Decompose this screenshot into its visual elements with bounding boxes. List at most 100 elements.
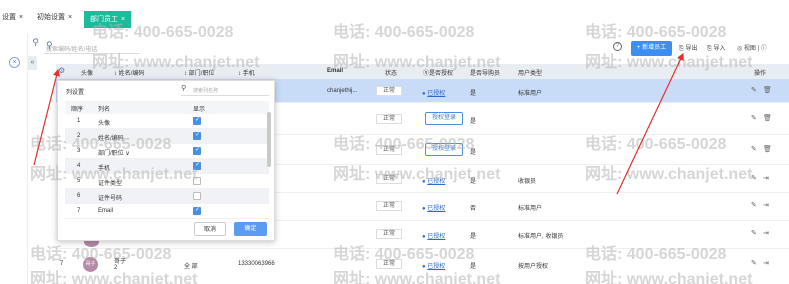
column-avatar[interactable]: 头像	[81, 68, 93, 77]
authorized-link[interactable]: 已授权	[427, 234, 445, 240]
tab-department-staff[interactable]: 部门员工 ×	[84, 11, 132, 28]
import-button[interactable]: ⎘ 导入	[707, 43, 726, 53]
column-search-input[interactable]: ⚲ 搜索列名称	[181, 85, 269, 96]
authorize-login-button[interactable]: 授权登录	[425, 112, 463, 125]
column-order: 5	[77, 178, 81, 184]
show-checkbox[interactable]	[193, 116, 201, 125]
column-phone[interactable]: ↕ 手机	[238, 68, 255, 77]
left-sidebar	[0, 34, 28, 284]
cell-user-type: 标准用户	[518, 206, 543, 212]
status-badge: 正常	[376, 259, 402, 269]
cell-authorized[interactable]: ● 已授权	[422, 176, 445, 185]
column-order: 3	[77, 148, 81, 154]
close-icon[interactable]: ×	[68, 14, 72, 21]
cell-is-guide: 是	[470, 234, 477, 240]
column-authorized[interactable]: ⓠ是否授权	[423, 68, 453, 77]
edit-icon[interactable]: ✎	[751, 259, 757, 267]
tab-bar: 设置 × 初始设置 × 部门员工 ×	[0, 0, 789, 34]
search-icon[interactable]: ⚲	[30, 38, 41, 49]
column-name: 证件号码	[98, 196, 123, 202]
column-name-label: 姓名/编码	[118, 71, 145, 77]
logout-icon[interactable]: ⇥	[763, 201, 769, 209]
confirm-button[interactable]: 确定	[234, 222, 267, 236]
delete-icon[interactable]: 🗑	[763, 86, 772, 94]
search-input[interactable]: 搜索编码/姓名/电话 ⚲	[44, 40, 140, 54]
column-setting-row[interactable]: 7 Email	[65, 204, 269, 219]
show-checkbox[interactable]	[193, 177, 201, 185]
close-icon[interactable]: ×	[121, 16, 125, 23]
collapse-toggle[interactable]: «	[28, 56, 37, 70]
status-badge: 正常	[376, 145, 402, 155]
cell-name: 哥子	[114, 259, 127, 265]
edit-icon[interactable]: ✎	[751, 114, 757, 122]
edit-icon[interactable]: ✎	[751, 86, 757, 94]
cell-is-guide: 否	[470, 206, 477, 212]
column-user-type[interactable]: 用户类型	[518, 68, 542, 77]
show-checkbox[interactable]	[193, 161, 201, 170]
column-order: 1	[77, 118, 81, 124]
table-header: ⚙ 头像 ↕ 姓名/编码 ↕ 部门/职位 ↕ 手机 Email 状态 ⓠ是否授权…	[56, 64, 789, 79]
column-setting-row[interactable]: 3 部门/职位 ∨	[65, 144, 269, 159]
search-icon[interactable]: ⚲	[46, 40, 138, 51]
cell-authorized[interactable]: ● 已授权	[422, 231, 445, 240]
tab-label: 设置	[2, 14, 16, 21]
cell-is-guide: 是	[470, 150, 477, 156]
column-email[interactable]: Email	[327, 68, 343, 74]
authorized-link[interactable]: 已授权	[427, 264, 445, 270]
cell-user-type: 标准用户	[518, 91, 543, 97]
cancel-button[interactable]: 取消	[194, 222, 226, 236]
edit-icon[interactable]: ✎	[751, 229, 757, 237]
close-circle-icon[interactable]: ×	[9, 57, 20, 68]
logout-icon[interactable]: ⇥	[763, 229, 769, 237]
table-row[interactable]: 7 哥子 哥子 2 全 部 13330063966 正常 ● 已授权 是 按用户…	[56, 249, 789, 284]
edit-icon[interactable]: ✎	[751, 174, 757, 182]
header-order: 顺序	[71, 107, 84, 113]
cell-user-type: 收银员	[518, 179, 537, 185]
logout-icon[interactable]: ⇥	[763, 174, 769, 182]
import-label: 导入	[713, 46, 726, 52]
column-status[interactable]: 状态	[385, 68, 397, 77]
column-setting-row[interactable]: 4 手机	[65, 159, 269, 174]
close-icon[interactable]: ×	[19, 14, 23, 21]
authorized-link[interactable]: 已授权	[427, 206, 445, 212]
delete-icon[interactable]: 🗑	[763, 145, 772, 153]
gear-icon[interactable]: ⚙	[58, 66, 65, 75]
show-checkbox[interactable]	[193, 146, 201, 155]
tab-initial-settings[interactable]: 初始设置 ×	[37, 9, 72, 27]
cell-authorized[interactable]: ● 已授权	[422, 88, 445, 97]
column-is-guide[interactable]: 是否导购员	[470, 68, 500, 77]
column-name[interactable]: ↕ 姓名/编码	[114, 68, 144, 77]
edit-icon[interactable]: ✎	[751, 201, 757, 209]
popup-title: 列设置	[66, 90, 85, 96]
export-button[interactable]: ⎘ 导出	[679, 43, 698, 53]
column-name: 头像	[98, 121, 111, 127]
authorized-link[interactable]: 已授权	[427, 91, 445, 97]
cell-authorized[interactable]: ● 已授权	[422, 203, 445, 212]
delete-icon[interactable]: 🗑	[763, 114, 772, 122]
add-employee-button[interactable]: + 新增员工	[631, 41, 672, 56]
row-index: 7	[60, 261, 64, 267]
view-settings-button[interactable]: ◎ 视图 | ⓘ	[737, 43, 767, 52]
authorized-link[interactable]: 已授权	[427, 179, 445, 185]
authorize-login-button[interactable]: 授权登录	[425, 143, 463, 156]
header-show: 显示	[193, 107, 206, 113]
column-setting-row[interactable]: 1 头像	[65, 114, 269, 129]
cell-authorized[interactable]: ● 已授权	[422, 261, 445, 270]
tab-settings[interactable]: 设置 ×	[2, 9, 23, 27]
logout-icon[interactable]: ⇥	[763, 259, 769, 267]
show-checkbox[interactable]	[193, 131, 201, 140]
column-setting-row[interactable]: 5 证件类型	[65, 174, 269, 189]
header-column-name: 列名	[98, 107, 111, 113]
help-icon[interactable]: ?	[613, 42, 622, 51]
column-dept[interactable]: ↕ 部门/职位	[184, 68, 214, 77]
show-checkbox[interactable]	[193, 192, 201, 200]
cell-is-guide: 是	[470, 119, 477, 125]
popup-scrollbar[interactable]	[267, 112, 271, 167]
show-checkbox[interactable]	[193, 206, 201, 215]
column-dept-label: 部门/职位	[188, 71, 215, 77]
column-setting-row[interactable]: 2 姓名/编码	[65, 129, 269, 144]
column-name: 姓名/编码	[98, 136, 124, 142]
cell-is-guide: 是	[470, 264, 477, 270]
column-setting-row[interactable]: 6 证件号码	[65, 189, 269, 204]
edit-icon[interactable]: ✎	[751, 145, 757, 153]
